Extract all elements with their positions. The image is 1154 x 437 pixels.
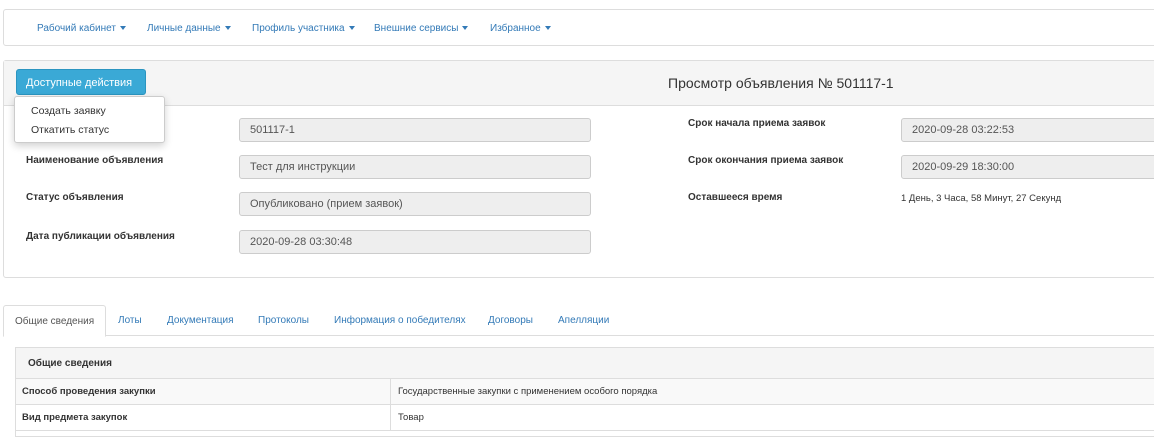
tab-contracts[interactable]: Договоры: [488, 305, 533, 336]
general-info-section: Общие сведения Способ проведения закупки…: [15, 347, 1154, 437]
nav-item-participant-profile[interactable]: Профиль участника: [252, 23, 355, 34]
table-row: Вид предмета закупок Товар: [16, 405, 1154, 431]
top-navbar: Рабочий кабинет Личные данные Профиль уч…: [3, 9, 1154, 46]
caret-down-icon: [462, 26, 469, 31]
section-title: Общие сведения: [16, 348, 1154, 379]
caret-down-icon: [348, 26, 355, 31]
available-actions-button[interactable]: Доступные действия: [16, 69, 146, 110]
rollback-status-menu-item[interactable]: Откатить статус: [31, 124, 109, 136]
tab-general-info[interactable]: Общие сведения: [3, 305, 107, 337]
application-end-field: 2020-09-29 18:30:00: [901, 155, 1154, 179]
table-row: Способ проведения закупки Государственны…: [16, 379, 1154, 405]
page-title: Просмотр объявления № 501117-1: [668, 75, 894, 91]
remaining-time-label: Оставшееся время: [688, 192, 783, 203]
announcement-status-field: Опубликовано (прием заявок): [239, 192, 591, 216]
tab-documentation[interactable]: Документация: [167, 305, 234, 336]
announcement-name-label: Наименование объявления: [26, 155, 164, 166]
tab-lots[interactable]: Лоты: [118, 305, 142, 336]
caret-down-icon: [119, 26, 126, 31]
tab-winners-info[interactable]: Информация о победителях: [334, 305, 466, 336]
caret-down-icon: [224, 26, 231, 31]
row-value: Товар: [398, 412, 424, 423]
cell-divider: [390, 379, 391, 404]
create-application-menu-item[interactable]: Создать заявку: [31, 105, 106, 117]
row-value: Государственные закупки с применением ос…: [398, 386, 658, 397]
nav-item-external-services[interactable]: Внешние сервисы: [374, 23, 469, 34]
application-start-field: 2020-09-28 03:22:53: [901, 118, 1154, 142]
row-label: Вид предмета закупок: [22, 412, 128, 423]
announcement-status-label: Статус объявления: [26, 192, 124, 203]
nav-item-personal-data[interactable]: Личные данные: [147, 23, 231, 34]
row-label: Способ проведения закупки: [22, 386, 156, 397]
tab-bar: Общие сведения Лоты Документация Протоко…: [3, 305, 1154, 337]
panel-header: Доступные действия Просмотр объявления №…: [4, 61, 1154, 110]
announcement-name-field: Тест для инструкции: [239, 155, 591, 179]
application-end-label: Срок окончания приема заявок: [688, 155, 844, 166]
publication-date-field: 2020-09-28 03:30:48: [239, 230, 591, 254]
caret-down-icon: [544, 26, 551, 31]
tab-protocols[interactable]: Протоколы: [258, 305, 309, 336]
cell-divider: [390, 405, 391, 430]
announcement-panel: Доступные действия Просмотр объявления №…: [3, 60, 1154, 278]
actions-dropdown-menu: Создать заявку Откатить статус: [14, 96, 165, 143]
nav-item-cabinet[interactable]: Рабочий кабинет: [37, 23, 126, 34]
application-start-label: Срок начала приема заявок: [688, 118, 826, 129]
tab-appeals[interactable]: Апелляции: [558, 305, 609, 336]
remaining-time-value: 1 День, 3 Часа, 58 Минут, 27 Секунд: [901, 193, 1062, 204]
announcement-number-field: 501117-1: [239, 118, 591, 142]
publication-date-label: Дата публикации объявления: [26, 231, 175, 242]
nav-item-favorites[interactable]: Избранное: [490, 23, 551, 34]
